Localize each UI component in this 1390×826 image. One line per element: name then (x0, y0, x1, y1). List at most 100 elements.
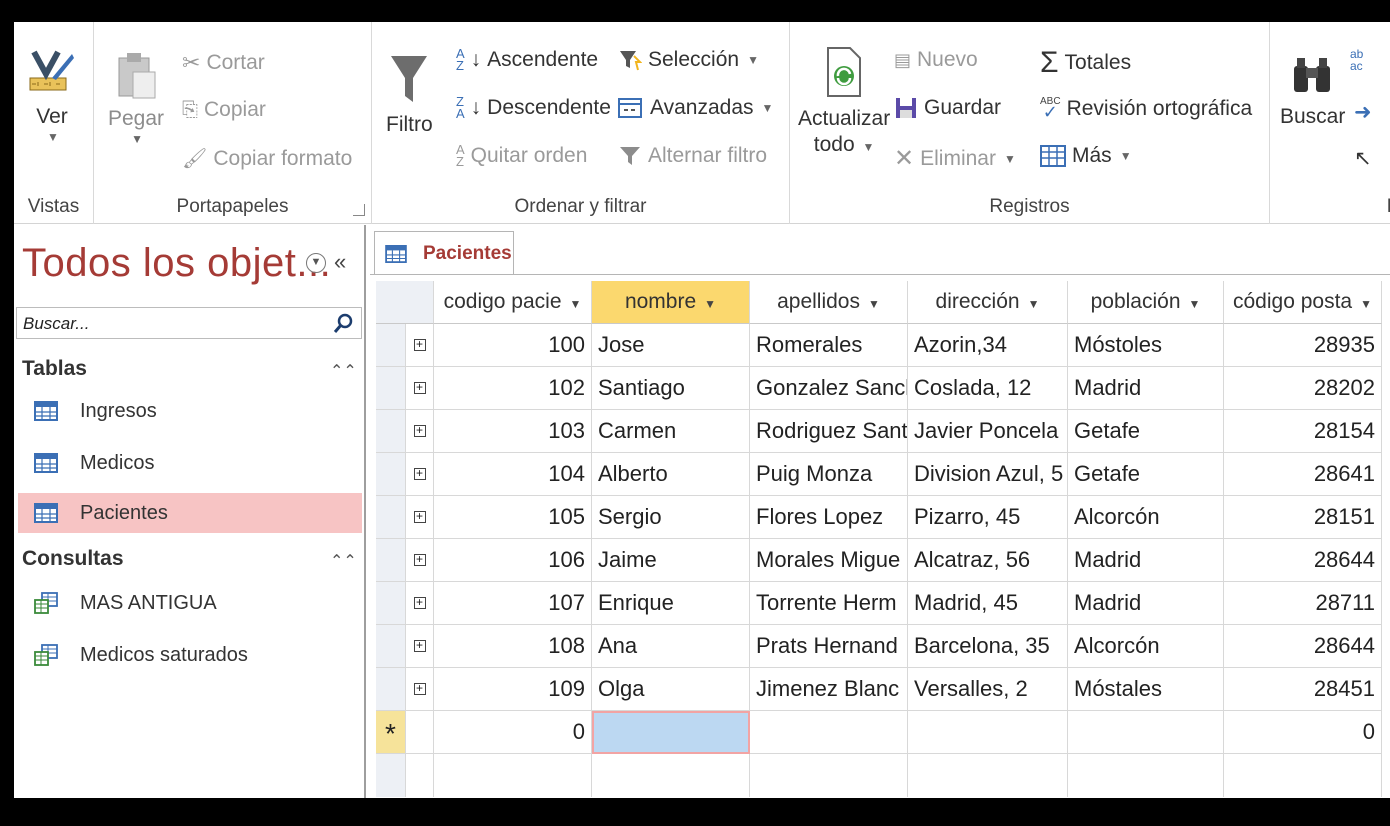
seleccion-button[interactable]: Selección ▼ (618, 48, 759, 72)
cell-nombre[interactable]: Carmen (592, 410, 750, 453)
mas-button[interactable]: Más ▼ (1040, 144, 1132, 168)
cell-direccion[interactable]: Coslada, 12 (908, 367, 1068, 410)
new-poblacion-input[interactable] (1068, 711, 1224, 754)
ascendente-button[interactable]: AZ ↓ Ascendente (456, 47, 598, 72)
copiar-formato-button[interactable]: 🖌 Copiar formato (182, 146, 352, 171)
new-direccion-input[interactable] (908, 711, 1068, 754)
cell-direccion[interactable]: Madrid, 45 (908, 582, 1068, 625)
row-selector[interactable] (376, 496, 406, 539)
expand-row-button[interactable]: + (406, 410, 434, 453)
search-icon[interactable] (333, 312, 355, 334)
ver-button[interactable]: Ver ▼ (28, 48, 76, 144)
cell-postal[interactable]: 28711 (1224, 582, 1382, 625)
reemplazar-button[interactable]: ab ac (1350, 48, 1363, 72)
cell-poblacion[interactable]: Alcorcón (1068, 496, 1224, 539)
cell-poblacion[interactable]: Madrid (1068, 582, 1224, 625)
expand-row-button[interactable]: + (406, 539, 434, 582)
cell-codigo[interactable]: 100 (434, 324, 592, 367)
cell-nombre[interactable]: Jose (592, 324, 750, 367)
quitar-orden-button[interactable]: AZ Quitar orden (456, 143, 587, 168)
row-selector[interactable] (376, 324, 406, 367)
chevron-down-icon[interactable]: ▼ (1028, 297, 1040, 311)
new-codigo-input[interactable]: 0 (434, 711, 592, 754)
row-selector[interactable] (376, 453, 406, 496)
cell-apellidos[interactable]: Puig Monza (750, 453, 908, 496)
avanzadas-button[interactable]: Avanzadas ▼ (618, 96, 773, 120)
cell-apellidos[interactable]: Romerales (750, 324, 908, 367)
row-selector[interactable] (376, 625, 406, 668)
nav-title[interactable]: Todos los objet... (22, 241, 331, 286)
totales-button[interactable]: Σ Totales (1040, 46, 1131, 80)
expand-row-button[interactable]: + (406, 453, 434, 496)
chevron-down-icon[interactable]: ▼ (1189, 297, 1201, 311)
column-header-poblacion[interactable]: población ▼ (1068, 281, 1224, 324)
alternar-filtro-button[interactable]: Alternar filtro (618, 144, 767, 168)
nav-item-pacientes[interactable]: Pacientes (18, 493, 362, 533)
cell-postal[interactable]: 28641 (1224, 453, 1382, 496)
cell-nombre[interactable]: Jaime (592, 539, 750, 582)
expand-row-button[interactable]: + (406, 324, 434, 367)
cortar-button[interactable]: ✂ Cortar (182, 50, 265, 76)
section-consultas[interactable]: Consultas (22, 547, 124, 571)
copiar-button[interactable]: ⎘ Copiar (182, 98, 266, 122)
descendente-button[interactable]: ZA ↓ Descendente (456, 95, 611, 120)
dialog-launcher-icon[interactable] (353, 204, 365, 216)
section-tablas[interactable]: Tablas (22, 357, 87, 381)
tab-pacientes[interactable]: Pacientes (374, 231, 514, 275)
chevron-down-icon[interactable]: ▼ (306, 253, 326, 273)
nav-item-ingresos[interactable]: Ingresos (18, 391, 362, 431)
cell-codigo[interactable]: 108 (434, 625, 592, 668)
cell-nombre[interactable]: Santiago (592, 367, 750, 410)
row-selector[interactable] (376, 539, 406, 582)
select-all-corner[interactable] (376, 281, 434, 324)
cell-poblacion[interactable]: Madrid (1068, 367, 1224, 410)
cell-poblacion[interactable]: Getafe (1068, 410, 1224, 453)
cell-codigo[interactable]: 104 (434, 453, 592, 496)
cell-direccion[interactable]: Division Azul, 5 (908, 453, 1068, 496)
chevron-down-icon[interactable]: ▼ (868, 297, 880, 311)
column-header-direccion[interactable]: dirección ▼ (908, 281, 1068, 324)
nav-item-mas-antigua[interactable]: MAS ANTIGUA (18, 583, 362, 623)
expand-row-button[interactable]: + (406, 668, 434, 711)
cell-postal[interactable]: 28154 (1224, 410, 1382, 453)
cell-codigo[interactable]: 105 (434, 496, 592, 539)
cell-postal[interactable]: 28451 (1224, 668, 1382, 711)
new-record-marker[interactable]: * (376, 711, 406, 754)
cell-direccion[interactable]: Versalles, 2 (908, 668, 1068, 711)
pegar-button[interactable]: Pegar ▼ (108, 50, 164, 146)
cell-codigo[interactable]: 106 (434, 539, 592, 582)
cell-poblacion[interactable]: Getafe (1068, 453, 1224, 496)
row-selector[interactable] (376, 582, 406, 625)
cell-codigo[interactable]: 107 (434, 582, 592, 625)
cell-apellidos[interactable]: Flores Lopez (750, 496, 908, 539)
expand-row-button[interactable]: + (406, 582, 434, 625)
collapse-section-icon[interactable]: ⌃⌃ (330, 551, 357, 571)
cell-poblacion[interactable]: Alcorcón (1068, 625, 1224, 668)
nav-item-medicos-saturados[interactable]: Medicos saturados (18, 635, 362, 675)
cell-postal[interactable]: 28151 (1224, 496, 1382, 539)
cell-nombre[interactable]: Enrique (592, 582, 750, 625)
cell-nombre[interactable]: Ana (592, 625, 750, 668)
cell-direccion[interactable]: Pizarro, 45 (908, 496, 1068, 539)
cell-nombre[interactable]: Olga (592, 668, 750, 711)
cell-apellidos[interactable]: Prats Hernand (750, 625, 908, 668)
collapse-section-icon[interactable]: ⌃⌃ (330, 361, 357, 381)
cell-nombre[interactable]: Alberto (592, 453, 750, 496)
eliminar-button[interactable]: ✕ Eliminar ▼ (894, 144, 1016, 173)
cell-postal[interactable]: 28935 (1224, 324, 1382, 367)
column-header-nombre[interactable]: nombre ▼ (592, 281, 750, 324)
expand-row-button[interactable]: + (406, 625, 434, 668)
nav-item-medicos[interactable]: Medicos (18, 443, 362, 483)
cell-postal[interactable]: 28644 (1224, 539, 1382, 582)
cell-postal[interactable]: 28202 (1224, 367, 1382, 410)
cell-direccion[interactable]: Azorin,34 (908, 324, 1068, 367)
column-header-postal[interactable]: código posta ▼ (1224, 281, 1382, 324)
row-selector[interactable] (376, 410, 406, 453)
column-header-codigo[interactable]: codigo pacie ▼ (434, 281, 592, 324)
new-nombre-input[interactable] (592, 711, 750, 754)
cell-nombre[interactable]: Sergio (592, 496, 750, 539)
cell-direccion[interactable]: Javier Poncela (908, 410, 1068, 453)
cell-direccion[interactable]: Alcatraz, 56 (908, 539, 1068, 582)
new-apellidos-input[interactable] (750, 711, 908, 754)
column-header-apellidos[interactable]: apellidos ▼ (750, 281, 908, 324)
